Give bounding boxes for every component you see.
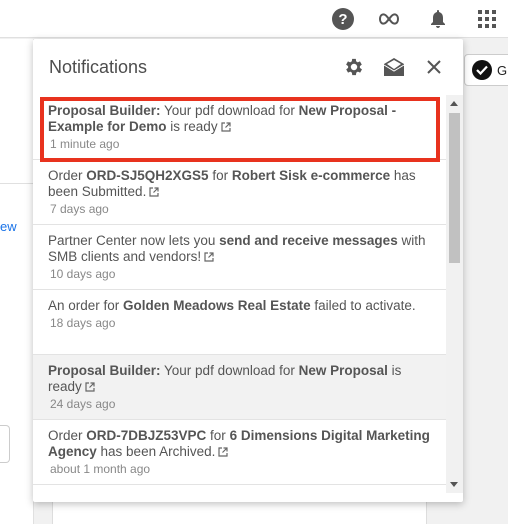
background-divider — [0, 183, 34, 184]
notification-bold-text: Proposal Builder: — [48, 363, 161, 378]
panel-title: Notifications — [49, 57, 148, 77]
panel-header: Notifications — [33, 39, 463, 95]
notification-message: Order ORD-SJ5QH2XGS5 for Robert Sisk e-c… — [48, 168, 430, 200]
notification-text: Order — [48, 168, 87, 183]
notification-bold-text: Golden Meadows Real Estate — [123, 298, 311, 313]
notification-text: for — [208, 168, 232, 183]
notification-text: Order — [48, 428, 87, 443]
close-icon[interactable] — [422, 55, 446, 79]
notification-time: about 1 month ago — [50, 462, 151, 476]
notification-item[interactable]: Order ORD-SJ5QH2XGS5 for Robert Sisk e-c… — [33, 160, 446, 225]
check-circle-icon — [472, 60, 492, 80]
help-glyph: ? — [332, 8, 354, 30]
notification-time: 18 days ago — [50, 316, 116, 330]
apps-grid-icon[interactable] — [475, 7, 499, 31]
notification-bold-text: ORD-SJ5QH2XGS5 — [86, 168, 209, 183]
notifications-bell-icon[interactable] — [426, 7, 450, 31]
notification-time: 24 days ago — [50, 397, 116, 411]
notification-message: An order for Golden Meadows Real Estate … — [48, 298, 430, 314]
notification-text: is ready — [166, 119, 218, 134]
notification-item[interactable]: Partner Center now lets you send and rec… — [33, 225, 446, 290]
help-icon[interactable]: ? — [331, 7, 355, 31]
settings-gear-icon[interactable] — [342, 55, 366, 79]
notification-item[interactable]: Proposal Builder: Your pdf download for … — [33, 355, 446, 420]
notification-text: has been Archived. — [96, 444, 216, 459]
notification-text: Partner Center now lets you — [48, 233, 220, 248]
scroll-down-arrow-icon[interactable] — [450, 482, 458, 487]
notification-text: An order for — [48, 298, 124, 313]
notification-bold-text: Proposal Builder: — [48, 103, 161, 118]
notification-bold-text: ORD-7DBJZ53VPC — [86, 428, 207, 443]
external-link-icon[interactable] — [82, 379, 95, 394]
notification-message: Order ORD-7DBJZ53VPC for 6 Dimensions Di… — [48, 428, 430, 460]
notification-time: 10 days ago — [50, 267, 116, 281]
notification-text: Your pdf download for — [160, 103, 299, 118]
notification-time: 7 days ago — [50, 202, 109, 216]
notification-bold-text: New Proposal — [298, 363, 388, 378]
notification-item[interactable]: Proposal Builder: Your pdf download for … — [33, 95, 446, 160]
notification-bold-text: Robert Sisk e-commerce — [231, 168, 391, 183]
background-link[interactable]: ew — [0, 219, 17, 234]
notification-text: for — [206, 428, 230, 443]
notification-item[interactable]: Order ORD-7DBJZ53VPC for 6 Dimensions Di… — [33, 420, 446, 485]
scroll-thumb[interactable] — [449, 113, 460, 263]
mark-all-read-icon[interactable] — [382, 55, 406, 79]
notification-text: Your pdf download for — [160, 363, 299, 378]
notifications-list: Proposal Builder: Your pdf download for … — [33, 95, 446, 493]
notifications-panel: Notifications Proposal Builder: Your pdf… — [33, 39, 463, 502]
external-link-icon[interactable] — [215, 444, 228, 459]
notification-text: failed to activate. — [310, 298, 416, 313]
scroll-up-arrow-icon[interactable] — [450, 101, 458, 106]
background-status-chip[interactable]: G — [464, 54, 508, 86]
notification-bold-text: send and receive messages — [219, 233, 398, 248]
link-icon[interactable] — [377, 7, 401, 31]
notification-message: Proposal Builder: Your pdf download for … — [48, 103, 430, 135]
notification-message: Partner Center now lets you send and rec… — [48, 233, 430, 265]
scrollbar[interactable] — [446, 95, 463, 493]
external-link-icon[interactable] — [218, 119, 231, 134]
external-link-icon[interactable] — [201, 249, 214, 264]
top-app-bar: ? — [0, 0, 508, 38]
notification-message: Proposal Builder: Your pdf download for … — [48, 363, 430, 395]
external-link-icon[interactable] — [146, 184, 159, 199]
background-input[interactable] — [0, 425, 10, 463]
chip-label: G — [497, 62, 508, 78]
notification-item[interactable]: An order for Golden Meadows Real Estate … — [33, 290, 446, 355]
notification-time: 1 minute ago — [50, 137, 120, 151]
